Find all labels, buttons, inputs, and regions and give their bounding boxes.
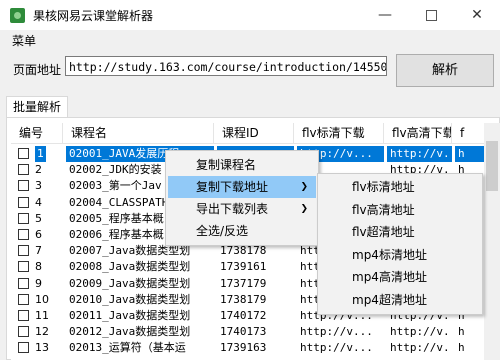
parse-button[interactable]: 解析	[396, 54, 494, 87]
row-checkbox[interactable]	[18, 326, 29, 338]
cell-id: 1738179	[220, 292, 267, 306]
column-header[interactable]: flv高清下载	[384, 123, 452, 144]
scrollbar-thumb[interactable]	[486, 141, 498, 191]
chevron-right-icon: ❯	[300, 204, 308, 214]
submenu-item[interactable]: mp4超清地址	[320, 289, 480, 311]
submenu-item[interactable]: flv标清地址	[320, 176, 480, 198]
url-input[interactable]: http://study.163.com/course/introduction…	[65, 56, 387, 76]
maximize-button[interactable]	[408, 0, 454, 30]
context-menu-item-label: 全选/反选	[196, 224, 249, 238]
context-menu-item[interactable]: 导出下载列表 ❯	[168, 198, 316, 220]
cell-name: 02010_Java数据类型划	[69, 292, 191, 306]
cell-id: 1740172	[220, 309, 267, 322]
row-checkbox[interactable]	[18, 245, 29, 257]
url-label: 页面地址	[13, 63, 62, 77]
maximize-icon	[425, 9, 437, 21]
context-menu: 复制课程名复制下载地址 ❯ 导出下载列表 ❯ 全选/反选	[165, 150, 319, 246]
column-header[interactable]: 课程名	[63, 123, 214, 144]
submenu-item[interactable]: mp4高清地址	[320, 266, 480, 288]
column-header[interactable]: 课程ID	[214, 123, 294, 144]
row-checkbox[interactable]	[18, 180, 29, 192]
row-number: 5	[35, 211, 42, 225]
cell-flv-hd: http://v...	[390, 341, 452, 355]
cell-id: 1739163	[220, 341, 267, 355]
vertical-scrollbar[interactable]	[484, 123, 500, 360]
context-menu-item-label: 复制下载地址	[196, 180, 269, 194]
close-button[interactable]: ✕	[454, 0, 500, 30]
submenu-item[interactable]: flv超清地址	[320, 221, 480, 243]
cell-name: 02011_Java数据类型划	[69, 309, 191, 322]
row-number: 11	[35, 309, 49, 322]
cell-flv-sd: http://v...	[300, 341, 373, 355]
row-number: 7	[35, 244, 42, 258]
column-header[interactable]: flv标清下载	[294, 123, 384, 144]
row-number: 6	[35, 228, 42, 241]
context-menu-item[interactable]: 复制下载地址 ❯	[168, 176, 316, 198]
cell-flv-sd: http://v...	[300, 325, 373, 339]
cell-name: 02008_Java数据类型划	[69, 260, 191, 274]
row-number: 12	[35, 325, 49, 339]
row-number: 10	[35, 292, 49, 306]
submenu-item[interactable]: flv高清地址	[320, 199, 480, 221]
cell-id: 1740173	[220, 325, 267, 339]
context-menu-item[interactable]: 全选/反选	[168, 220, 316, 242]
table-row[interactable]: 12 02012_Java数据类型划 1740173 http://v... http:…	[11, 324, 500, 340]
app-logo-icon	[10, 8, 25, 23]
cell-name: 02009_Java数据类型划	[69, 276, 191, 290]
row-checkbox[interactable]	[18, 164, 29, 176]
submenu-item[interactable]: mp4标清地址	[320, 244, 480, 266]
cell-id: 1739161	[220, 260, 267, 274]
row-number: 4	[35, 195, 42, 209]
row-checkbox[interactable]	[18, 196, 29, 208]
chevron-right-icon: ❯	[300, 182, 308, 192]
cell-name: 02013_运算符（基本运	[69, 341, 186, 355]
row-checkbox[interactable]	[18, 277, 29, 289]
row-checkbox[interactable]	[18, 293, 29, 305]
row-checkbox[interactable]	[18, 310, 29, 321]
row-number: 3	[35, 179, 42, 193]
cell-flv-hd: http://v...	[387, 146, 452, 162]
row-number: 8	[35, 260, 42, 274]
tab-batch-parse[interactable]: 批量解析	[6, 96, 68, 118]
row-number: 13	[35, 341, 49, 355]
title-bar: 果核网易云课堂解析器 — ✕	[0, 0, 500, 30]
table-header: 编号 课程名 课程ID flv标清下载 flv高清下载 f	[11, 123, 500, 144]
cell-flv-hd: http://v...	[390, 325, 452, 339]
menu-item-menu[interactable]: 菜单	[12, 32, 36, 49]
context-menu-item-label: 复制课程名	[196, 158, 257, 172]
cell-name: 02012_Java数据类型划	[69, 325, 191, 339]
context-menu-item[interactable]: 复制课程名	[168, 154, 316, 176]
row-number: 2	[35, 163, 42, 177]
row-checkbox[interactable]	[18, 212, 29, 224]
row-number: 1	[35, 146, 46, 162]
row-checkbox[interactable]	[18, 148, 29, 159]
menu-bar: 菜单	[0, 30, 500, 50]
download-url-submenu: flv标清地址 flv高清地址 flv超清地址 mp4标清地址 mp4高清地址 mp4超清…	[317, 173, 483, 315]
cell-id: 1737179	[220, 276, 267, 290]
row-checkbox[interactable]	[18, 261, 29, 273]
column-header[interactable]: 编号	[11, 123, 63, 144]
row-checkbox[interactable]	[18, 229, 29, 240]
row-number: 9	[35, 276, 42, 290]
table-row[interactable]: 13 02013_运算符（基本运 1739163 http://v... http://…	[11, 340, 500, 356]
minimize-button[interactable]: —	[362, 0, 408, 30]
window-title: 果核网易云课堂解析器	[33, 9, 154, 23]
row-checkbox[interactable]	[18, 342, 29, 354]
context-menu-item-label: 导出下载列表	[196, 202, 269, 216]
